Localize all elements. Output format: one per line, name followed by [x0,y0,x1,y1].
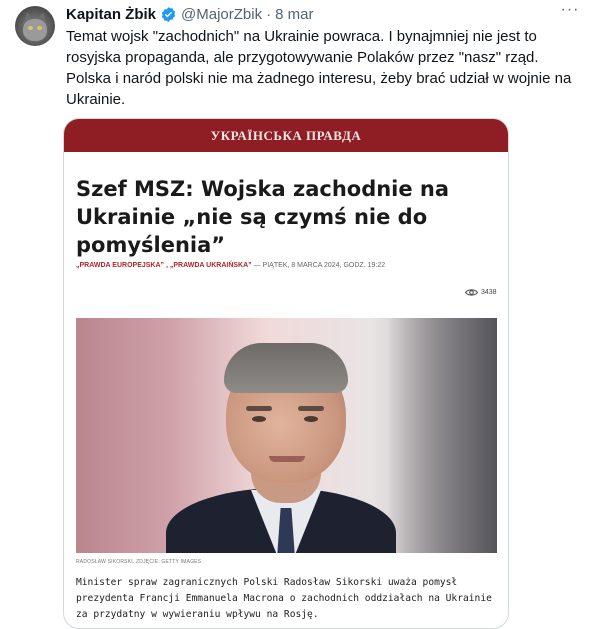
photo-credit: RADOSŁAW SIKORSKI. ZDJĘCIE: GETTY IMAGES [76,559,202,565]
separator-dot: · [266,5,272,23]
tweet-text: Temat wojsk "zachodnich" na Ukrainie pow… [66,28,572,108]
photo-mouth [269,456,305,462]
view-count: 3438 [465,288,497,297]
byline-tags: „PRAWDA EUROPEJSKA” , „PRAWDA UKRAIŃSKA” [76,262,252,269]
link-preview-card[interactable]: УКРАЇНСЬКА ПРАВДА Szef MSZ: Wojska zacho… [63,118,509,629]
view-count-value: 3438 [481,289,497,296]
avatar-eye [28,26,33,30]
photo-hair [224,343,348,393]
article-headline: Szef MSZ: Wojska zachodnie na Ukrainie „… [76,177,450,257]
byline-date: — PIĄTEK, 8 MARCA 2024, GODZ. 19:22 [251,262,386,269]
photo-brow [246,406,272,411]
tweet-header: Kapitan Żbik @MajorZbik · 8 mar [66,5,313,23]
article-byline: „PRAWDA EUROPEJSKA” , „PRAWDA UKRAIŃSKA”… [76,262,385,269]
photo-background [387,318,497,553]
article-photo [76,318,497,553]
verified-badge-icon [161,6,176,22]
more-options-icon[interactable]: ··· [558,2,582,22]
avatar-eye [37,26,42,30]
photo-brow [298,406,324,411]
eye-icon [465,289,478,296]
author-name[interactable]: Kapitan Żbik [66,6,156,23]
publication-masthead: УКРАЇНСЬКА ПРАВДА [64,119,508,152]
avatar-face [23,19,47,41]
masthead-title: УКРАЇНСЬКА ПРАВДА [210,127,362,143]
article-caption: Minister spraw zagranicznych Polski Rado… [76,577,492,620]
author-handle[interactable]: @MajorZbik [181,6,262,23]
photo-eye [304,416,318,422]
author-avatar[interactable] [15,6,55,46]
photo-eye [252,416,266,422]
tweet-date[interactable]: 8 mar [275,6,313,23]
